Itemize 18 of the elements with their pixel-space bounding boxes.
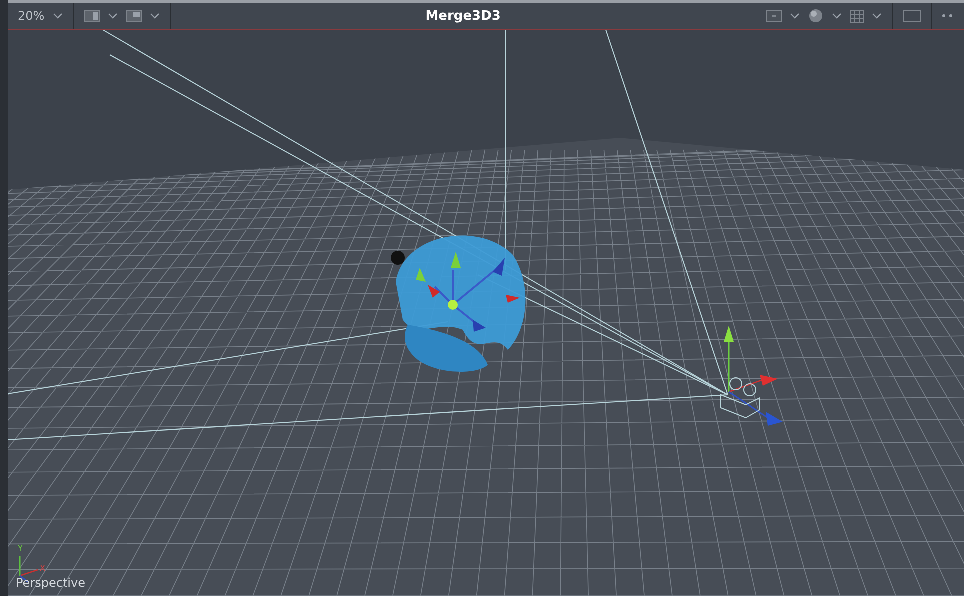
view-label[interactable]: Perspective (16, 576, 86, 590)
caret-icon[interactable] (52, 13, 63, 19)
caret-icon[interactable] (872, 13, 882, 19)
lighting-sphere-icon[interactable] (808, 9, 824, 23)
caret-icon[interactable] (790, 13, 800, 19)
overlay-view-icon[interactable] (126, 10, 142, 22)
grid-icon[interactable] (850, 10, 864, 22)
x-axis-label: X (40, 564, 46, 573)
caret-icon[interactable] (150, 13, 160, 19)
zoom-level[interactable]: 20% (18, 9, 45, 23)
frame-icon[interactable] (766, 10, 782, 22)
fullscreen-icon[interactable] (903, 10, 921, 22)
caret-icon[interactable] (108, 13, 118, 19)
split-view-icon[interactable] (84, 10, 100, 22)
more-options-icon[interactable] (942, 14, 954, 18)
caret-icon[interactable] (832, 13, 842, 19)
viewer-title: Merge3D3 (426, 8, 501, 24)
y-axis-label: Y (18, 544, 23, 553)
